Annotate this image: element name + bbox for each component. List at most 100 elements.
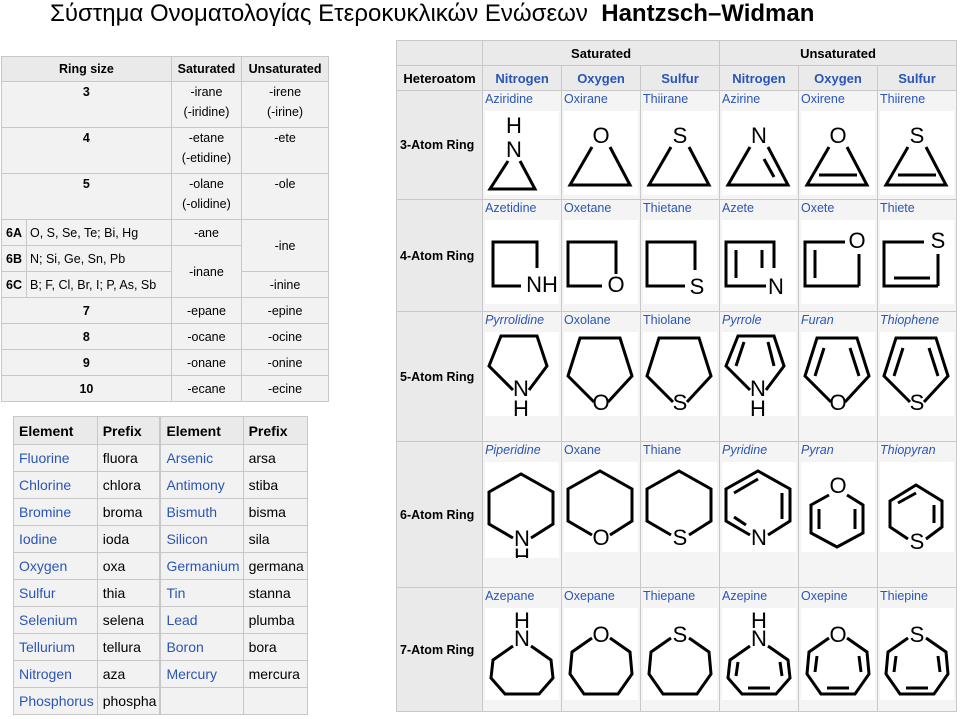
svg-text:O: O bbox=[592, 622, 609, 647]
heteroatom-header: Heteroatom bbox=[395, 65, 484, 91]
compound-cell: Thiophene S bbox=[876, 311, 958, 442]
saturated-suffix: -ecane bbox=[170, 375, 243, 402]
ring-row-label: 5-Atom Ring bbox=[395, 311, 484, 442]
svg-text:H: H bbox=[514, 544, 530, 558]
element-prefix bbox=[242, 687, 308, 715]
svg-text:S: S bbox=[910, 390, 925, 415]
table-row: Chlorine chlora Antimony stiba bbox=[13, 471, 308, 499]
saturated-suffix: -onane bbox=[170, 349, 243, 376]
table-row: Selenium selena Lead plumba bbox=[13, 606, 308, 634]
compound-name-link[interactable]: Oxete bbox=[799, 200, 877, 220]
compound-name-link[interactable]: Thiane bbox=[641, 442, 719, 462]
compound-name-link[interactable]: Pyran bbox=[799, 442, 877, 462]
compound-cell: Thiolane S bbox=[640, 311, 721, 442]
heteroatom-header-nitrogen[interactable]: Nitrogen bbox=[719, 65, 799, 91]
compound-name-link[interactable]: Oxepine bbox=[799, 588, 877, 608]
element-link[interactable]: Antimony bbox=[160, 471, 244, 499]
compound-name-link[interactable]: Oxepane bbox=[562, 588, 640, 608]
title-name: Hantzsch–Widman bbox=[601, 0, 815, 27]
element-link[interactable]: Mercury bbox=[160, 660, 244, 688]
element-link bbox=[160, 687, 244, 715]
unsaturated-suffix: -irene (-irine) bbox=[241, 81, 329, 128]
element-link[interactable]: Arsenic bbox=[160, 444, 244, 472]
unsaturated-suffix: -ine bbox=[241, 219, 329, 272]
ring-size-cell: 5 bbox=[1, 173, 172, 220]
svg-text:N: N bbox=[506, 137, 522, 162]
table-row: Oxygen oxa Germanium germana bbox=[13, 552, 308, 580]
compound-name-link[interactable]: Pyrrolidine bbox=[483, 312, 561, 332]
element-prefix: thia bbox=[96, 579, 161, 607]
heteroatom-header-oxygen[interactable]: Oxygen bbox=[561, 65, 642, 91]
element-link[interactable]: Tin bbox=[160, 579, 244, 607]
azepane-structure-icon: HN bbox=[483, 608, 561, 700]
oxirane-structure-icon: O bbox=[562, 111, 640, 195]
element-prefix: broma bbox=[96, 498, 161, 526]
element-header: Element bbox=[13, 416, 98, 445]
element-prefix: bora bbox=[242, 633, 308, 661]
pyrrole-structure-icon: NH bbox=[720, 332, 798, 416]
element-link[interactable]: Boron bbox=[160, 633, 244, 661]
compound-name-link[interactable]: Thiepane bbox=[641, 588, 719, 608]
compound-name-link[interactable]: Azepine bbox=[720, 588, 798, 608]
svg-text:O: O bbox=[829, 473, 846, 498]
heteroatom-header-oxygen[interactable]: Oxygen bbox=[798, 65, 878, 91]
compound-name-link[interactable]: Oxirene bbox=[799, 91, 877, 111]
compound-name-link[interactable]: Thiepine bbox=[878, 588, 956, 608]
element-link[interactable]: Germanium bbox=[160, 552, 244, 580]
compound-name-link[interactable]: Azete bbox=[720, 200, 798, 220]
compound-name-link[interactable]: Piperidine bbox=[483, 442, 561, 462]
compound-name-link[interactable]: Thiete bbox=[878, 200, 956, 220]
element-link[interactable]: Nitrogen bbox=[13, 660, 98, 688]
compound-name-link[interactable]: Thiirene bbox=[878, 91, 956, 111]
compound-name-link[interactable]: Thiirane bbox=[641, 91, 719, 111]
compound-name-link[interactable]: Furan bbox=[799, 312, 877, 332]
saturated-suffix: -olane (-olidine) bbox=[170, 173, 243, 220]
saturated-group-header: Saturated bbox=[482, 40, 721, 66]
element-link[interactable]: Fluorine bbox=[13, 444, 98, 472]
ring-size-table: Ring size Saturated Unsaturated 3 -irane… bbox=[1, 56, 329, 402]
element-prefix: fluora bbox=[96, 444, 161, 472]
compound-cell: Piperidine N H bbox=[482, 441, 563, 588]
compound-name-link[interactable]: Thiophene bbox=[878, 312, 956, 332]
compound-name-link[interactable]: Thiopyran bbox=[878, 442, 956, 462]
ring-size-cell: 8 bbox=[1, 323, 172, 350]
heteroatom-header-sulfur[interactable]: Sulfur bbox=[876, 65, 958, 91]
table-row: Phosphorus phospha bbox=[13, 687, 308, 715]
element-link[interactable]: Chlorine bbox=[13, 471, 98, 499]
compound-name-link[interactable]: Pyridine bbox=[720, 442, 798, 462]
ring-size-cell: 3 bbox=[1, 81, 172, 128]
element-link[interactable]: Silicon bbox=[160, 525, 244, 553]
element-prefix: mercura bbox=[242, 660, 308, 688]
element-link[interactable]: Phosphorus bbox=[13, 687, 98, 715]
element-link[interactable]: Bromine bbox=[13, 498, 98, 526]
element-link[interactable]: Bismuth bbox=[160, 498, 244, 526]
compound-name-link[interactable]: Aziridine bbox=[483, 91, 561, 111]
compound-name-link[interactable]: Pyrrole bbox=[720, 312, 798, 332]
group-6c-label: 6C bbox=[1, 271, 27, 298]
heteroatom-header-nitrogen[interactable]: Nitrogen bbox=[482, 65, 563, 91]
compound-name-link[interactable]: Azetidine bbox=[483, 200, 561, 220]
element-link[interactable]: Oxygen bbox=[13, 552, 98, 580]
compound-name-link[interactable]: Oxirane bbox=[562, 91, 640, 111]
element-link[interactable]: Lead bbox=[160, 606, 244, 634]
compound-name-link[interactable]: Oxolane bbox=[562, 312, 640, 332]
compound-name-link[interactable]: Thietane bbox=[641, 200, 719, 220]
element-link[interactable]: Tellurium bbox=[13, 633, 98, 661]
compound-name-link[interactable]: Azirine bbox=[720, 91, 798, 111]
thiirene-structure-icon: S bbox=[878, 111, 956, 195]
saturated-suffix: -ocane bbox=[170, 323, 243, 350]
compound-cell: Thiepine S bbox=[876, 587, 958, 712]
compound-name-link[interactable]: Thiolane bbox=[641, 312, 719, 332]
element-prefix: germana bbox=[242, 552, 308, 580]
element-link[interactable]: Sulfur bbox=[13, 579, 98, 607]
ring-size-cell: 4 bbox=[1, 127, 172, 174]
compound-name-link[interactable]: Oxetane bbox=[562, 200, 640, 220]
svg-text:O: O bbox=[592, 525, 609, 550]
element-prefix: plumba bbox=[242, 606, 308, 634]
heteroatom-header-sulfur[interactable]: Sulfur bbox=[640, 65, 721, 91]
compound-name-link[interactable]: Azepane bbox=[483, 588, 561, 608]
element-link[interactable]: Iodine bbox=[13, 525, 98, 553]
svg-text:O: O bbox=[592, 123, 609, 148]
compound-name-link[interactable]: Oxane bbox=[562, 442, 640, 462]
element-link[interactable]: Selenium bbox=[13, 606, 98, 634]
